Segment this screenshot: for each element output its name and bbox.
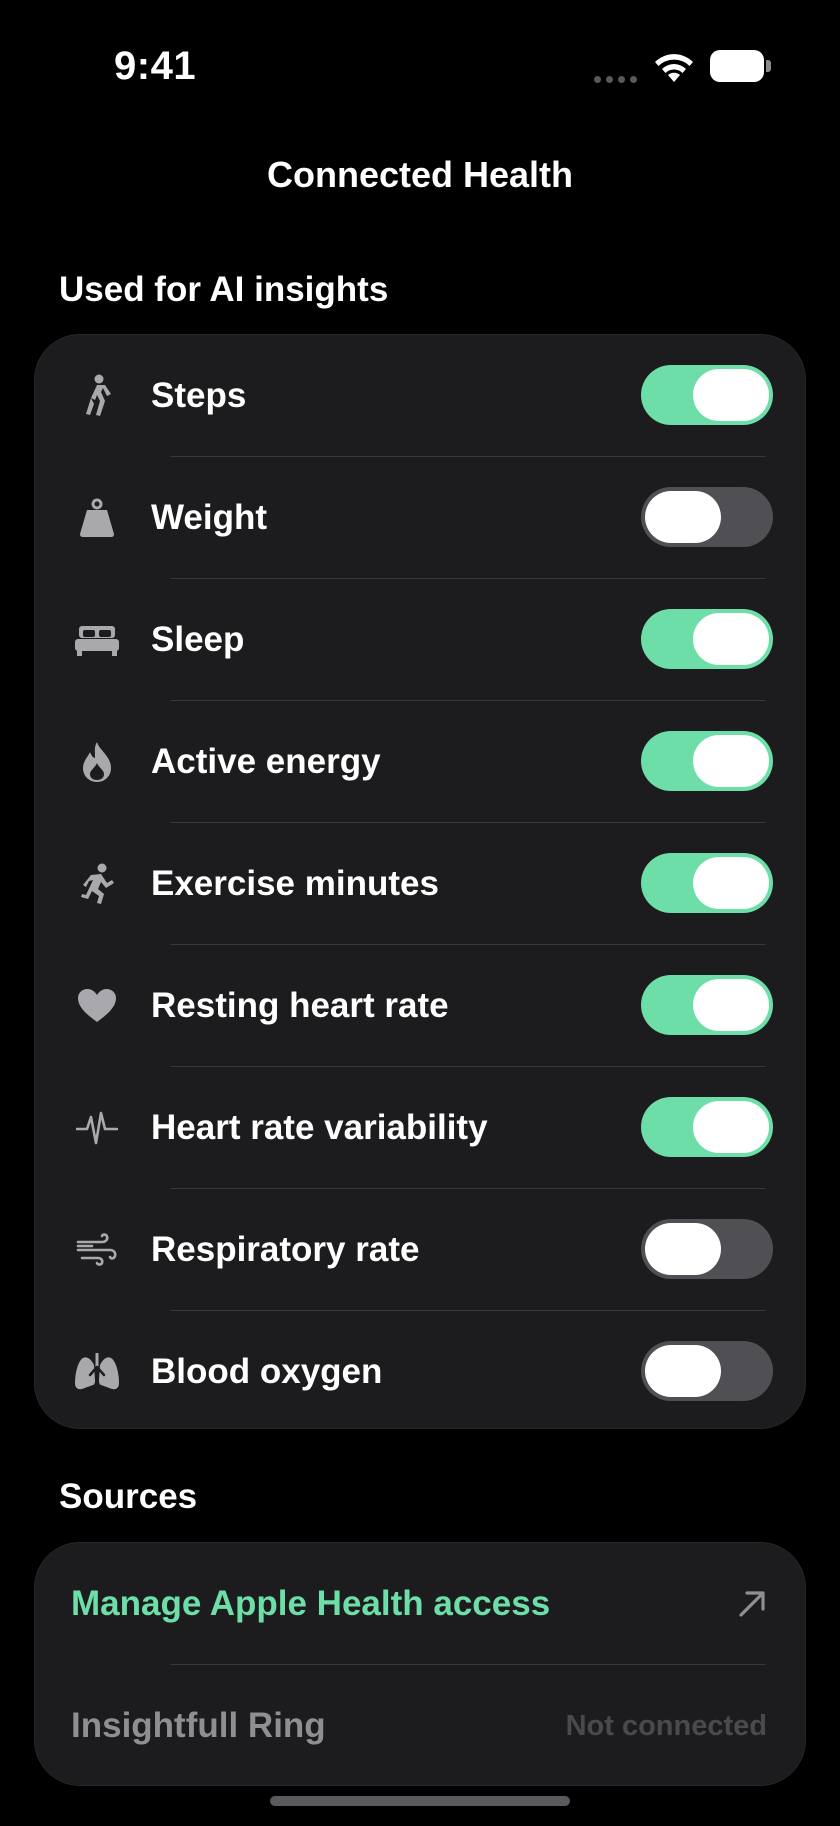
metric-label: Exercise minutes [151, 864, 439, 903]
status-bar: 9:41 [0, 0, 840, 130]
toggle-knob [645, 1223, 721, 1275]
metric-row-blood-oxygen: Blood oxygen [35, 1311, 805, 1428]
insightfull-ring-row[interactable]: Insightfull Ring Not connected [35, 1665, 805, 1785]
metric-row-active-energy: Active energy [35, 701, 805, 823]
lungs-icon [73, 1348, 121, 1396]
wind-icon [73, 1226, 121, 1274]
metric-label: Blood oxygen [151, 1352, 383, 1391]
metric-row-respiratory-rate: Respiratory rate [35, 1189, 805, 1311]
cellular-signal-icon [594, 76, 637, 83]
ring-source-label: Insightfull Ring [71, 1706, 326, 1745]
running-icon [73, 860, 121, 908]
walking-icon [73, 372, 121, 420]
metric-row-sleep: Sleep [35, 579, 805, 701]
sleep-toggle[interactable] [641, 609, 773, 669]
metric-label: Steps [151, 376, 247, 415]
insights-section-title: Used for AI insights [59, 270, 389, 309]
toggle-knob [693, 979, 769, 1031]
metrics-card: Steps Weight Sleep Active energy Exercis… [34, 334, 806, 1429]
metric-label: Active energy [151, 742, 381, 781]
blood-oxygen-toggle[interactable] [641, 1341, 773, 1401]
metric-label: Heart rate variability [151, 1108, 488, 1147]
bed-icon [73, 616, 121, 664]
respiratory-rate-toggle[interactable] [641, 1219, 773, 1279]
active-energy-toggle[interactable] [641, 731, 773, 791]
sources-section-title: Sources [59, 1477, 198, 1516]
arrow-up-right-icon [735, 1587, 769, 1621]
steps-toggle[interactable] [641, 365, 773, 425]
metric-row-weight: Weight [35, 457, 805, 579]
hrv-toggle[interactable] [641, 1097, 773, 1157]
toggle-knob [693, 613, 769, 665]
toggle-knob [645, 1345, 721, 1397]
exercise-minutes-toggle[interactable] [641, 853, 773, 913]
home-indicator [270, 1796, 570, 1806]
page-title: Connected Health [266, 154, 574, 195]
toggle-knob [693, 369, 769, 421]
metric-row-steps: Steps [35, 335, 805, 457]
metric-label: Respiratory rate [151, 1230, 420, 1269]
toggle-knob [645, 491, 721, 543]
weight-toggle[interactable] [641, 487, 773, 547]
ring-connection-status: Not connected [565, 1710, 767, 1742]
flame-icon [73, 738, 121, 786]
metric-label: Sleep [151, 620, 245, 659]
metric-label: Resting heart rate [151, 986, 449, 1025]
waveform-icon [73, 1104, 121, 1152]
wifi-icon [652, 50, 696, 89]
scale-weight-icon [73, 494, 121, 542]
heart-icon [73, 982, 121, 1030]
toggle-knob [693, 1101, 769, 1153]
status-time: 9:41 [114, 44, 197, 88]
toggle-knob [693, 735, 769, 787]
metric-row-resting-heart-rate: Resting heart rate [35, 945, 805, 1067]
metric-row-exercise-minutes: Exercise minutes [35, 823, 805, 945]
resting-heart-rate-toggle[interactable] [641, 975, 773, 1035]
manage-apple-health-row[interactable]: Manage Apple Health access [35, 1543, 805, 1665]
metric-row-hrv: Heart rate variability [35, 1067, 805, 1189]
manage-apple-health-link[interactable]: Manage Apple Health access [71, 1543, 550, 1665]
battery-icon [710, 50, 771, 82]
sources-card: Manage Apple Health access Insightfull R… [34, 1542, 806, 1786]
toggle-knob [693, 857, 769, 909]
metric-label: Weight [151, 498, 268, 537]
